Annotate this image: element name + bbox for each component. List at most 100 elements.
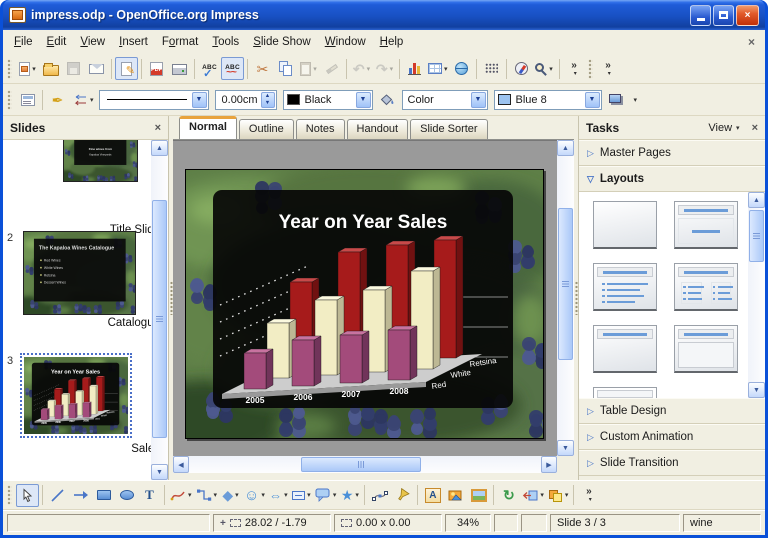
print-button[interactable] bbox=[168, 57, 191, 80]
slides-panel-close-icon[interactable]: × bbox=[155, 122, 161, 134]
slide-canvas[interactable]: Year on Year Sales2005200620072008RedWhi… bbox=[185, 169, 544, 439]
line-button[interactable]: ✒ bbox=[46, 88, 69, 111]
template-field[interactable]: wine bbox=[683, 514, 761, 532]
title-bar[interactable]: impress.odp - OpenOffice.org Impress × bbox=[3, 0, 765, 30]
fontwork-button[interactable]: A bbox=[421, 484, 444, 507]
new-button[interactable]: ▾ bbox=[16, 57, 39, 80]
close-button[interactable]: × bbox=[736, 5, 759, 26]
slide-thumbnail-1[interactable]: Fine wines fromKapaloa Vineyards bbox=[63, 140, 138, 182]
tab-notes[interactable]: Notes bbox=[296, 119, 345, 139]
section-table-design[interactable]: ▷ Table Design bbox=[579, 398, 765, 424]
cut-button[interactable]: ✂ bbox=[251, 57, 274, 80]
navigator-button[interactable] bbox=[510, 57, 533, 80]
curve-button[interactable]: ▾ bbox=[168, 484, 194, 507]
email-button[interactable] bbox=[85, 57, 108, 80]
copy-button[interactable] bbox=[274, 57, 297, 80]
connector-button[interactable]: ▾ bbox=[194, 484, 220, 507]
workspace-horizontal-scrollbar[interactable]: ◀ ▶ bbox=[173, 456, 557, 473]
tab-handout[interactable]: Handout bbox=[347, 119, 409, 139]
zoom-button[interactable]: ▾ bbox=[533, 57, 556, 80]
line-width-spinner[interactable]: 0.00cm ▲▼ bbox=[215, 90, 277, 110]
section-slide-transition[interactable]: ▷ Slide Transition bbox=[579, 450, 765, 476]
stars-button[interactable]: ★▾ bbox=[338, 484, 361, 507]
toolbar-grip[interactable] bbox=[7, 59, 12, 79]
line-color-select[interactable]: Black ▼ bbox=[283, 90, 373, 110]
shadow-button[interactable] bbox=[605, 88, 628, 111]
drawing-more-button[interactable]: »▾ bbox=[577, 484, 600, 507]
hyperlink-button[interactable] bbox=[450, 57, 473, 80]
glue-points-button[interactable] bbox=[391, 484, 414, 507]
chart-button[interactable] bbox=[403, 57, 426, 80]
presentation-toolbar-more-button[interactable]: »▾ bbox=[597, 57, 620, 80]
open-button[interactable] bbox=[39, 57, 62, 80]
menu-tools[interactable]: Tools bbox=[205, 33, 246, 51]
edit-points-button[interactable] bbox=[368, 484, 391, 507]
scroll-down-icon[interactable]: ▼ bbox=[748, 382, 765, 398]
layout-cut-box[interactable] bbox=[593, 387, 657, 398]
rectangle-button[interactable] bbox=[92, 484, 115, 507]
slide-workspace[interactable]: Year on Year Sales2005200620072008RedWhi… bbox=[173, 140, 557, 456]
layouts-scrollbar[interactable]: ▲ ▼ bbox=[748, 192, 765, 398]
scroll-down-icon[interactable]: ▼ bbox=[557, 440, 574, 456]
menu-format[interactable]: Format bbox=[155, 33, 205, 51]
zoom-field[interactable]: 34% bbox=[445, 514, 491, 532]
scroll-up-icon[interactable]: ▲ bbox=[151, 140, 168, 156]
scroll-down-icon[interactable]: ▼ bbox=[151, 464, 168, 480]
styles-formatting-button[interactable] bbox=[16, 88, 39, 111]
minimize-button[interactable] bbox=[690, 5, 711, 26]
tasks-view-menu[interactable]: View bbox=[708, 122, 732, 134]
ellipse-button[interactable] bbox=[115, 484, 138, 507]
display-grid-button[interactable] bbox=[480, 57, 503, 80]
document-close-icon[interactable]: × bbox=[748, 35, 755, 49]
scroll-right-icon[interactable]: ▶ bbox=[541, 456, 557, 473]
tasks-panel-close-icon[interactable]: × bbox=[752, 122, 758, 134]
callouts-button[interactable]: ▾ bbox=[313, 484, 339, 507]
scrollbar-thumb[interactable] bbox=[301, 457, 421, 472]
select-button[interactable] bbox=[16, 484, 39, 507]
layout-title-only[interactable] bbox=[593, 325, 657, 373]
alignment-button[interactable]: ▾ bbox=[520, 484, 546, 507]
tab-slide-sorter[interactable]: Slide Sorter bbox=[410, 119, 487, 139]
layout-title-box[interactable] bbox=[674, 325, 738, 373]
basic-shapes-button[interactable]: ◆▾ bbox=[219, 484, 242, 507]
tab-normal[interactable]: Normal bbox=[179, 116, 237, 139]
layout-title-2content[interactable] bbox=[674, 263, 738, 311]
arrow-button[interactable] bbox=[69, 484, 92, 507]
slide-thumbnail-3-selected[interactable]: Year on Year Sales2005200620072008RedWhi… bbox=[20, 353, 132, 438]
toolbar-overflow-icon[interactable]: ▾ bbox=[634, 96, 638, 104]
slide-thumbnail-2[interactable]: The Kapaloa Wines CatalogueRed WinesWhit… bbox=[23, 231, 136, 315]
scroll-left-icon[interactable]: ◀ bbox=[173, 456, 189, 473]
spellcheck-button[interactable]: ABC✓ bbox=[198, 57, 221, 80]
layout-blank[interactable] bbox=[593, 201, 657, 249]
tab-outline[interactable]: Outline bbox=[239, 119, 294, 139]
scroll-up-icon[interactable]: ▲ bbox=[748, 192, 765, 208]
auto-spellcheck-button[interactable]: ABC~~ bbox=[221, 57, 244, 80]
section-layouts[interactable]: ▽ Layouts bbox=[579, 166, 765, 192]
text-button[interactable]: T bbox=[138, 484, 161, 507]
area-style-button[interactable] bbox=[376, 88, 399, 111]
menu-window[interactable]: Window bbox=[318, 33, 373, 51]
scrollbar-thumb[interactable] bbox=[749, 210, 764, 262]
arrange-button[interactable]: ▾ bbox=[546, 484, 571, 507]
scroll-up-icon[interactable]: ▲ bbox=[557, 140, 574, 156]
scrollbar-thumb[interactable] bbox=[152, 200, 167, 438]
layout-title-center[interactable] bbox=[674, 201, 738, 249]
menu-insert[interactable]: Insert bbox=[112, 33, 155, 51]
symbol-shapes-button[interactable]: ☺▾ bbox=[242, 484, 267, 507]
scrollbar-track[interactable] bbox=[748, 208, 765, 382]
layout-title-content[interactable] bbox=[593, 263, 657, 311]
fill-color-select[interactable]: Blue 8 ▼ bbox=[494, 90, 602, 110]
arrow-style-button[interactable]: ▾ bbox=[69, 88, 96, 111]
menu-help[interactable]: Help bbox=[373, 33, 411, 51]
object-size-field[interactable]: 0.00 x 0.00 bbox=[334, 514, 442, 532]
toolbar-grip[interactable] bbox=[588, 59, 593, 79]
gallery-button[interactable] bbox=[467, 484, 490, 507]
toolbar-grip[interactable] bbox=[7, 90, 12, 110]
scrollbar-track[interactable] bbox=[151, 156, 168, 464]
chevron-down-icon[interactable]: ▾ bbox=[736, 124, 740, 132]
flowchart-button[interactable]: ▾ bbox=[290, 484, 313, 507]
table-button[interactable]: ▾ bbox=[426, 57, 450, 80]
scrollbar-track[interactable] bbox=[557, 156, 574, 440]
menu-slide-show[interactable]: Slide Show bbox=[246, 33, 318, 51]
maximize-button[interactable] bbox=[713, 5, 734, 26]
